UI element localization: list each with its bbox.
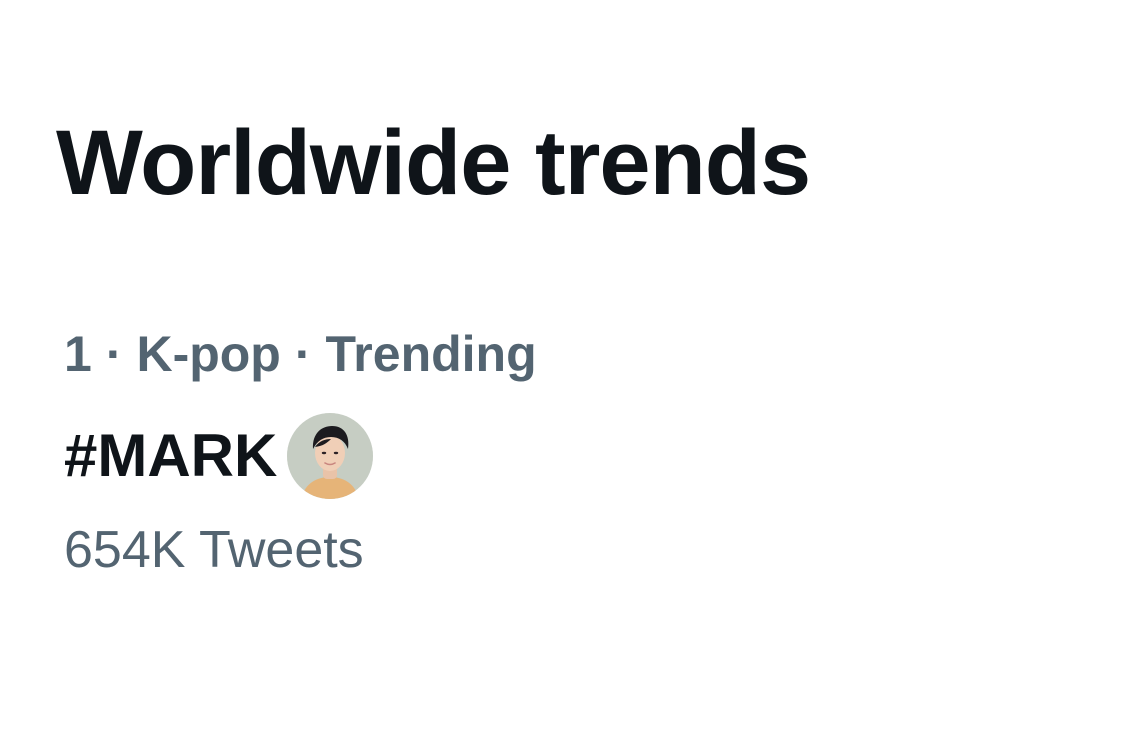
trend-meta: 1 · K-pop · Trending	[64, 318, 1044, 390]
trend-status: Trending	[325, 326, 537, 382]
trend-separator: ·	[294, 326, 312, 382]
avatar-hashflag-icon	[287, 413, 374, 499]
trend-tweet-count: 654K Tweets	[64, 521, 364, 579]
trend-category: K-pop	[136, 326, 281, 382]
page-title: Worldwide trends	[56, 112, 811, 214]
trend-name[interactable]: #MARK	[64, 416, 277, 496]
trend-rank: 1	[64, 326, 92, 382]
trend-separator: ·	[105, 326, 123, 382]
trend-name-row: #MARK	[64, 410, 1044, 502]
trend-item-1[interactable]: 1 · K-pop · Trending #MARK 654K Tweets	[64, 318, 1044, 588]
